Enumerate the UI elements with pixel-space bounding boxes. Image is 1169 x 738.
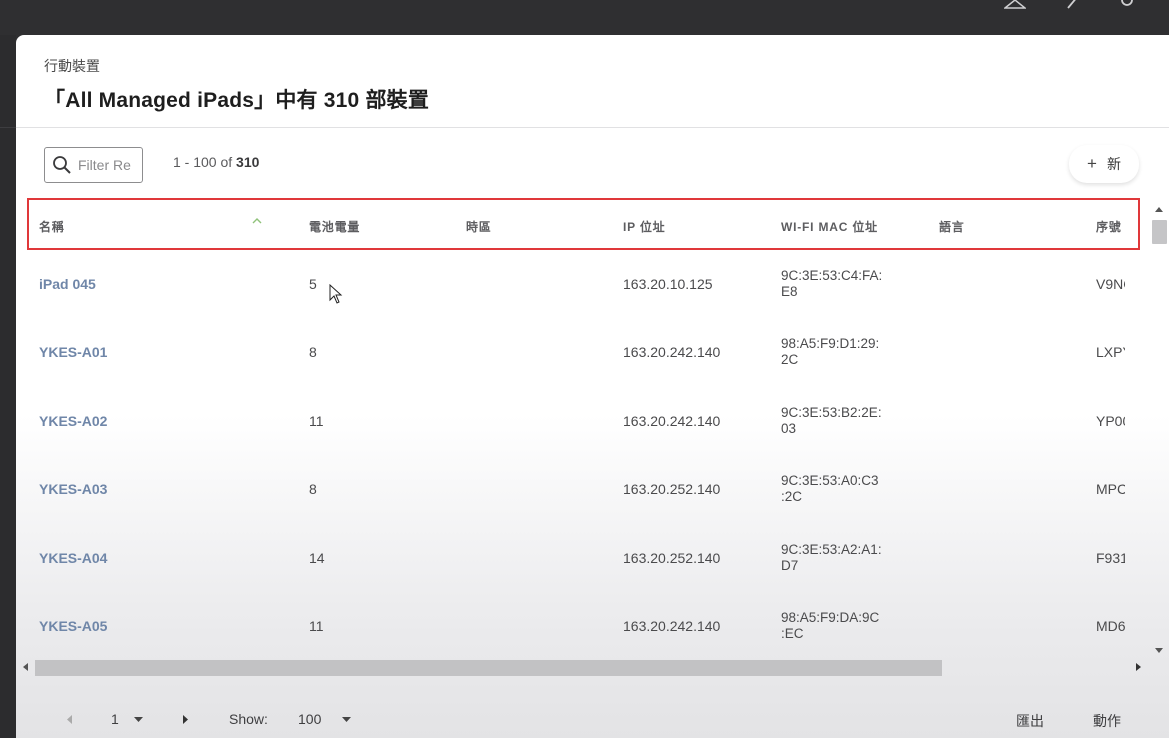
mac-cell: 9C:3E:53:B2:2E: 03 — [781, 405, 882, 436]
filter-field[interactable] — [44, 147, 143, 183]
filter-input[interactable] — [78, 156, 138, 174]
ip-cell: 163.20.242.140 — [623, 618, 721, 634]
serial-cell: F931G3 — [1096, 550, 1125, 566]
serial-cell: V9NG7Y — [1096, 276, 1125, 292]
serial-cell: LXPYWI — [1096, 344, 1125, 360]
search-icon — [53, 156, 71, 174]
page-dropdown-icon[interactable] — [134, 717, 143, 723]
mouse-cursor-icon — [329, 284, 343, 304]
top-bar — [0, 0, 1169, 35]
page-number[interactable]: 1 — [111, 711, 119, 727]
battery-cell: 8 — [309, 481, 317, 497]
ip-cell: 163.20.10.125 — [623, 276, 713, 292]
ip-cell: 163.20.252.140 — [623, 550, 721, 566]
pen-icon[interactable] — [1062, 0, 1084, 10]
horizontal-scroll-thumb[interactable] — [35, 660, 942, 676]
next-page-icon[interactable] — [183, 715, 189, 724]
pagination-footer: 1 Show: 100 匯出 動作 — [16, 700, 1169, 738]
mac-cell: 98:A5:F9:D1:29: 2C — [781, 336, 880, 367]
device-name-link[interactable]: YKES-A05 — [39, 618, 107, 634]
new-button[interactable]: + 新 — [1069, 145, 1139, 183]
column-header-name[interactable]: 名稱 — [39, 218, 65, 235]
serial-cell: YP002C — [1096, 413, 1125, 429]
record-count: 1 - 100 of 310 — [173, 154, 259, 170]
mac-cell: 9C:3E:53:C4:FA: E8 — [781, 268, 883, 299]
show-label: Show: — [229, 711, 268, 727]
device-name-link[interactable]: iPad 045 — [39, 276, 96, 292]
column-header-timezone[interactable]: 時區 — [466, 218, 492, 235]
prev-page-icon[interactable] — [66, 715, 72, 724]
horizontal-scrollbar[interactable] — [16, 657, 1151, 677]
column-header-language[interactable]: 語言 — [939, 218, 965, 235]
mac-cell: 9C:3E:53:A0:C3 :2C — [781, 473, 879, 504]
table-row[interactable]: YKES-A04 14 163.20.252.140 9C:3E:53:A2:A… — [16, 523, 1141, 591]
scroll-up-icon[interactable] — [1155, 206, 1163, 212]
ip-cell: 163.20.252.140 — [623, 481, 721, 497]
page-subtitle: 行動裝置 — [44, 58, 100, 74]
chevron-up-icon[interactable] — [252, 217, 262, 225]
user-icon[interactable] — [1004, 0, 1026, 10]
serial-cell: MD6NH — [1096, 618, 1125, 634]
page-title: 「All Managed iPads」中有 310 部裝置 — [44, 89, 430, 112]
background-strip — [0, 35, 16, 738]
ip-cell: 163.20.242.140 — [623, 413, 721, 429]
page-size-dropdown-icon[interactable] — [342, 717, 351, 723]
scroll-right-icon[interactable] — [1136, 663, 1142, 671]
devices-panel: 行動裝置 「All Managed iPads」中有 310 部裝置 1 - 1… — [16, 35, 1169, 738]
plus-icon: + — [1087, 154, 1097, 173]
count-total: 310 — [236, 154, 260, 170]
table-row[interactable]: YKES-A02 11 163.20.242.140 9C:3E:53:B2:2… — [16, 386, 1141, 454]
battery-cell: 8 — [309, 344, 317, 360]
device-name-link[interactable]: YKES-A03 — [39, 481, 107, 497]
new-button-label: 新 — [1106, 156, 1121, 172]
scroll-down-icon[interactable] — [1155, 648, 1163, 654]
count-range: 1 - 100 of — [173, 154, 237, 170]
mac-cell: 9C:3E:53:A2:A1: D7 — [781, 542, 882, 573]
vertical-scrollbar[interactable] — [1150, 201, 1167, 661]
actions-button[interactable]: 動作 — [1093, 711, 1121, 731]
table-row[interactable]: iPad 045 5 163.20.10.125 9C:3E:53:C4:FA:… — [16, 249, 1141, 317]
gear-icon[interactable] — [1116, 0, 1138, 10]
device-name-link[interactable]: YKES-A04 — [39, 550, 107, 566]
scroll-left-icon[interactable] — [22, 663, 28, 671]
column-header-serial[interactable]: 序號 — [1096, 218, 1122, 235]
column-header-ip[interactable]: IP 位址 — [623, 218, 665, 235]
column-header-battery[interactable]: 電池電量 — [309, 218, 360, 235]
device-name-link[interactable]: YKES-A01 — [39, 344, 107, 360]
table-header: 名稱 電池電量 時區 IP 位址 WI-FI MAC 位址 語言 序號 — [16, 205, 1141, 247]
mac-cell: 98:A5:F9:DA:9C :EC — [781, 610, 880, 641]
table-row[interactable]: YKES-A03 8 163.20.252.140 9C:3E:53:A0:C3… — [16, 455, 1141, 523]
table-row[interactable]: YKES-A05 11 163.20.242.140 98:A5:F9:DA:9… — [16, 592, 1141, 660]
divider — [16, 127, 1169, 128]
battery-cell: 14 — [309, 550, 325, 566]
page-size-value[interactable]: 100 — [298, 711, 321, 727]
export-button[interactable]: 匯出 — [1016, 711, 1044, 731]
ip-cell: 163.20.242.140 — [623, 344, 721, 360]
battery-cell: 5 — [309, 276, 317, 292]
vertical-scroll-thumb[interactable] — [1152, 220, 1167, 244]
serial-cell: MPC4C7 — [1096, 481, 1125, 497]
battery-cell: 11 — [309, 413, 324, 429]
battery-cell: 11 — [309, 618, 324, 634]
column-header-wifi-mac[interactable]: WI-FI MAC 位址 — [781, 218, 878, 235]
table-row[interactable]: YKES-A01 8 163.20.242.140 98:A5:F9:D1:29… — [16, 318, 1141, 386]
device-name-link[interactable]: YKES-A02 — [39, 413, 107, 429]
